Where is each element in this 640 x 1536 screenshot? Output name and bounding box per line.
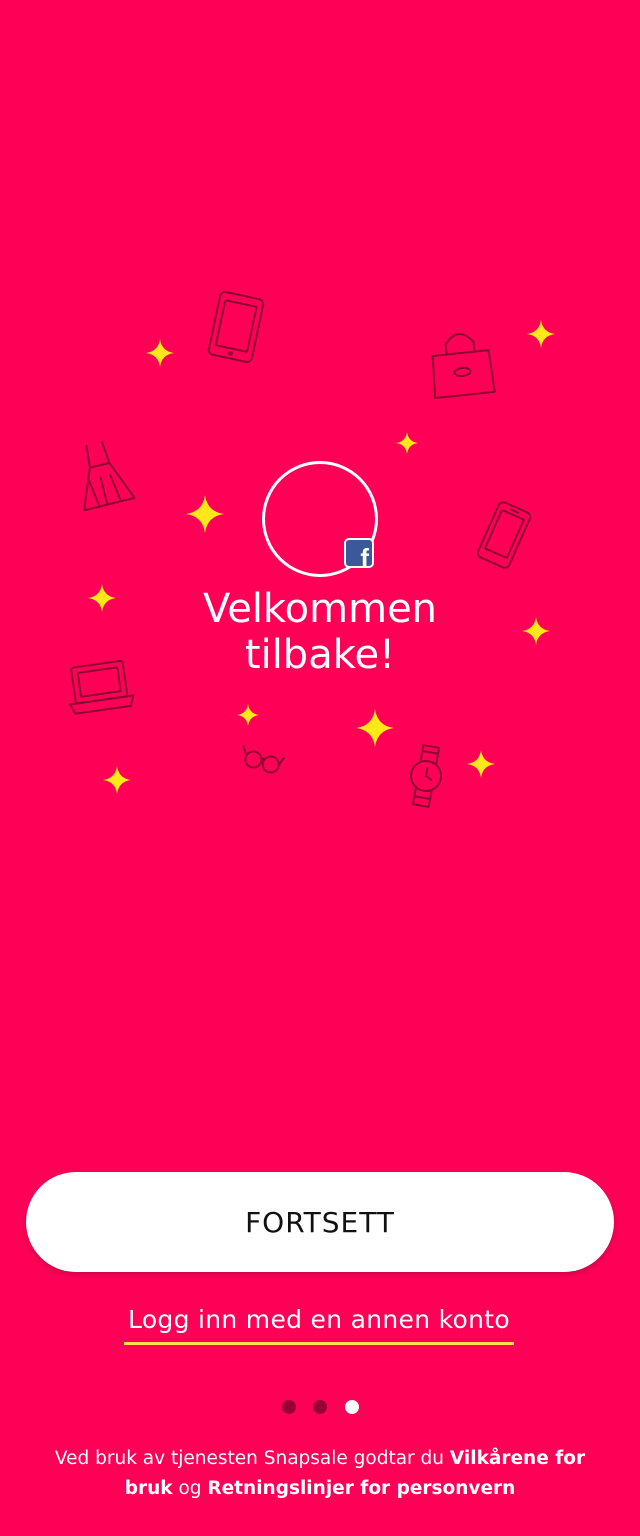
wristwatch-icon — [410, 744, 442, 808]
pagination-dot[interactable] — [313, 1400, 327, 1414]
sparkle-icon — [467, 750, 495, 778]
smartphone-icon — [476, 501, 532, 569]
facebook-glyph: f — [360, 543, 369, 568]
glasses-icon — [242, 745, 285, 774]
sparkle-icon — [103, 766, 131, 794]
other-account-link[interactable]: Logg inn med en annen konto — [124, 1303, 514, 1345]
sparkle-icon — [396, 432, 418, 454]
terms-notice: Ved bruk av tjenesten Snapsale godtar du… — [30, 1444, 610, 1504]
sparkle-icon — [356, 709, 394, 747]
handbag-icon — [431, 333, 496, 399]
pagination-dots — [280, 1400, 360, 1416]
sparkle-icon — [522, 617, 550, 645]
welcome-title-line2: tilbake! — [244, 632, 396, 678]
dress-icon — [83, 441, 136, 512]
tablet-icon — [207, 291, 265, 363]
sparkle-icon — [237, 704, 259, 726]
welcome-title: Velkommen tilbake! — [120, 586, 520, 678]
continue-button[interactable]: FORTSETT — [26, 1172, 614, 1272]
terms-connector: og — [178, 1478, 202, 1499]
sparkle-icon — [146, 339, 174, 367]
sparkle-icon — [186, 495, 224, 533]
welcome-illustration — [68, 291, 555, 808]
facebook-icon: f — [344, 538, 374, 568]
privacy-policy-link[interactable]: Retningslinjer for personvern — [207, 1478, 515, 1499]
sparkle-icon — [88, 584, 116, 612]
sparkle-icon — [527, 320, 555, 348]
welcome-title-line1: Velkommen — [202, 586, 438, 632]
pagination-dot-active[interactable] — [345, 1400, 359, 1414]
terms-prefix: Ved bruk av tjenesten Snapsale godtar du — [54, 1448, 445, 1469]
pagination-dot[interactable] — [282, 1400, 296, 1414]
